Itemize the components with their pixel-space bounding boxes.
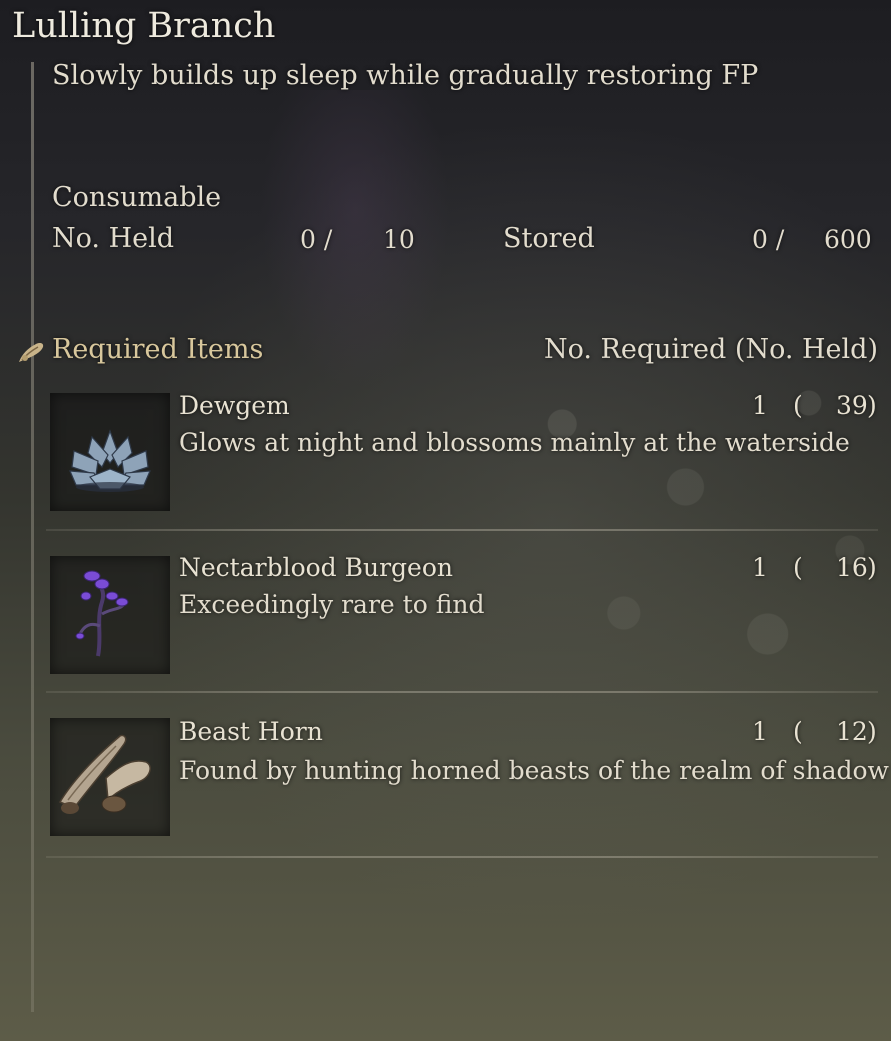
beast-horn-name: Beast Horn xyxy=(179,717,323,746)
held-label: No. Held xyxy=(52,223,175,254)
left-divider-line xyxy=(31,62,34,1012)
held-value: 0 / xyxy=(300,225,333,254)
dewgem-open-paren: ( xyxy=(793,391,803,420)
nectarblood-burgeon-icon xyxy=(75,570,129,657)
nectarblood-description: Exceedingly rare to find xyxy=(179,590,485,619)
beast-horn-held: 12 xyxy=(836,717,868,746)
nectarblood-close-paren: ) xyxy=(867,553,877,582)
beast-horn-thumbnail[interactable] xyxy=(50,718,170,836)
beast-horn-required: 1 xyxy=(752,717,768,746)
dewgem-held: 39 xyxy=(836,391,868,420)
background-figure xyxy=(260,90,450,390)
nectarblood-open-paren: ( xyxy=(793,553,803,582)
dewgem-flower-icon xyxy=(69,429,151,492)
item-separator xyxy=(46,691,878,693)
beast-horn-description: Found by hunting horned beasts of the re… xyxy=(179,756,889,785)
dewgem-name: Dewgem xyxy=(179,391,290,420)
stored-max: 600 xyxy=(824,225,872,254)
beast-horn-close-paren: ) xyxy=(867,717,877,746)
dewgem-description: Glows at night and blossoms mainly at th… xyxy=(179,428,850,457)
item-separator xyxy=(46,856,878,858)
nectarblood-name: Nectarblood Burgeon xyxy=(179,553,453,582)
stored-value: 0 / xyxy=(752,225,785,254)
required-count-header: No. Required (No. Held) xyxy=(543,334,878,365)
held-max: 10 xyxy=(383,225,415,254)
nectarblood-held: 16 xyxy=(836,553,868,582)
dewgem-close-paren: ) xyxy=(867,391,877,420)
required-items-header: Required Items xyxy=(52,334,264,365)
beast-horn-open-paren: ( xyxy=(793,717,803,746)
item-category: Consumable xyxy=(52,182,222,213)
item-separator xyxy=(46,529,878,531)
beast-horn-icon xyxy=(58,734,151,814)
item-title: Lulling Branch xyxy=(12,6,276,46)
stored-label: Stored xyxy=(503,223,595,254)
item-description: Slowly builds up sleep while gradually r… xyxy=(52,60,759,91)
background-flowers xyxy=(480,340,891,760)
dewgem-thumbnail[interactable] xyxy=(50,393,170,511)
nectarblood-required: 1 xyxy=(752,553,768,582)
dewgem-required: 1 xyxy=(752,391,768,420)
nectarblood-thumbnail[interactable] xyxy=(50,556,170,674)
crafting-material-icon xyxy=(19,343,44,362)
